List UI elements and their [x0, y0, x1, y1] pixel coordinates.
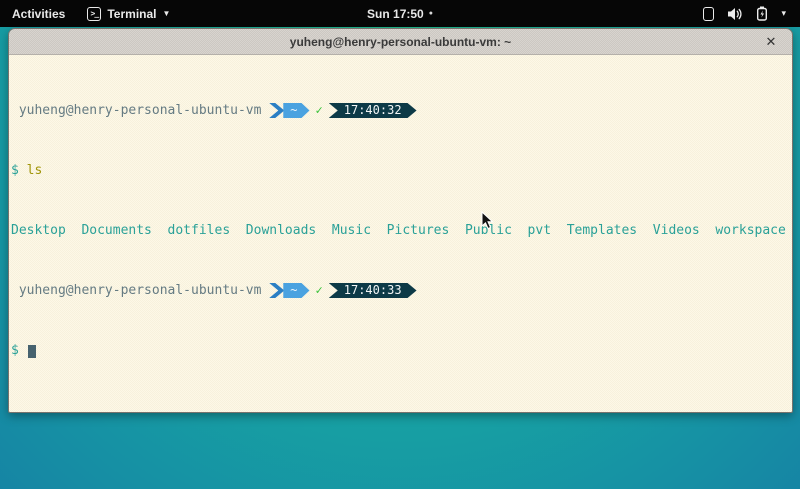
prompt-line-1: yuheng@henry-personal-ubuntu-vm ~✓17:40:… [11, 103, 790, 118]
prompt-symbol: $ [11, 163, 27, 178]
directory-listing: Desktop Documents dotfiles Downloads Mus… [11, 223, 790, 238]
input-line: $ [11, 343, 790, 358]
prompt-user-host: yuheng@henry-personal-ubuntu-vm [11, 283, 269, 298]
battery-charging-icon [756, 6, 768, 21]
display-icon [703, 7, 714, 21]
clock-button[interactable]: Sun 17:50 ● [367, 0, 433, 27]
prompt-symbol: $ [11, 343, 27, 358]
terminal-window: yuheng@henry-personal-ubuntu-vm: ~ ✕ yuh… [8, 28, 793, 413]
chevron-down-icon: ▾ [781, 8, 786, 19]
status-check-icon: ✓ [310, 103, 329, 118]
window-title: yuheng@henry-personal-ubuntu-vm: ~ [290, 35, 511, 49]
notification-dot-icon: ● [429, 10, 433, 17]
prompt-time-segment: 17:40:32 [329, 103, 417, 118]
terminal-icon: >_ [87, 7, 101, 21]
prompt-path-segment: ~ [283, 283, 309, 298]
chevron-down-icon: ▼ [162, 9, 170, 18]
powerline-arrow-icon [269, 103, 284, 118]
command-text: ls [27, 163, 43, 178]
prompt-user-host: yuheng@henry-personal-ubuntu-vm [11, 103, 269, 118]
prompt-line-2: yuheng@henry-personal-ubuntu-vm ~✓17:40:… [11, 283, 790, 298]
window-titlebar[interactable]: yuheng@henry-personal-ubuntu-vm: ~ ✕ [9, 29, 792, 55]
volume-icon [727, 7, 743, 21]
close-button[interactable]: ✕ [760, 29, 782, 55]
terminal-screen[interactable]: yuheng@henry-personal-ubuntu-vm ~✓17:40:… [9, 55, 792, 412]
command-line: $ ls [11, 163, 790, 178]
status-check-icon: ✓ [310, 283, 329, 298]
system-menu[interactable]: ▾ [689, 0, 800, 27]
mouse-cursor [481, 211, 494, 230]
prompt-time-segment: 17:40:33 [329, 283, 417, 298]
activities-button[interactable]: Activities [0, 0, 77, 27]
app-menu-terminal[interactable]: >_ Terminal ▼ [77, 0, 180, 27]
prompt-path-segment: ~ [283, 103, 309, 118]
top-bar: Activities >_ Terminal ▼ Sun 17:50 ● ▾ [0, 0, 800, 27]
powerline-arrow-icon [269, 283, 284, 298]
clock-label: Sun 17:50 [367, 7, 424, 21]
top-bar-left: Activities >_ Terminal ▼ [0, 0, 180, 27]
app-menu-label: Terminal [107, 7, 156, 21]
text-cursor [28, 345, 36, 358]
